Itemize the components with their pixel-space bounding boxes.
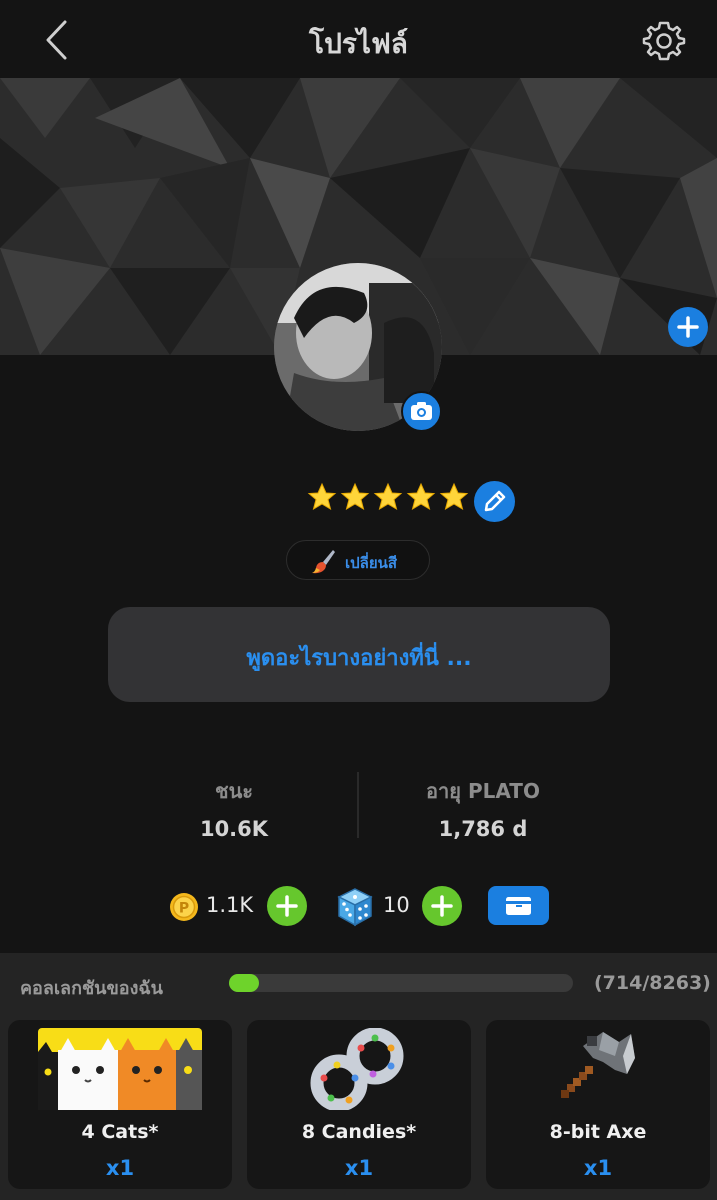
collection-section: คอลเลกชันของฉัน (714/8263) 4 Cats* x1 8 …	[0, 953, 717, 1200]
collection-title: คอลเลกชันของฉัน	[20, 978, 163, 999]
age-value: 1,786 d	[438, 817, 528, 841]
edit-name-button[interactable]	[474, 481, 515, 522]
wins-label: ชนะ	[215, 779, 253, 803]
add-dice-button[interactable]	[422, 886, 462, 926]
page-title: โปรไฟล์	[309, 27, 408, 60]
collection-item-8-candies[interactable]: 8 Candies* x1	[247, 1020, 471, 1189]
star-icon	[439, 482, 469, 511]
collection-progress-fill	[229, 974, 259, 992]
gear-icon	[642, 21, 686, 61]
change-color-button[interactable]: เปลี่ยนสี	[286, 540, 430, 580]
change-avatar-button[interactable]	[401, 391, 442, 432]
collection-item-8-bit-axe[interactable]: 8-bit Axe x1	[486, 1020, 710, 1189]
age-stat: อายุ PLATO 1,786 d	[383, 775, 583, 841]
plus-icon	[276, 895, 298, 917]
plus-icon	[677, 316, 699, 338]
status-message-box[interactable]: พูดอะไรบางอย่างที่นี่ ...	[108, 607, 610, 702]
wins-value: 10.6K	[199, 817, 269, 841]
dice-value: 10	[383, 893, 410, 917]
collection-progress-bar	[229, 974, 573, 992]
wallet-icon	[506, 897, 531, 915]
star-icon	[307, 482, 337, 511]
star-icon	[373, 482, 403, 511]
star-icon	[406, 482, 436, 511]
change-color-label: เปลี่ยนสี	[345, 554, 398, 572]
cats-sticker-image	[38, 1028, 202, 1110]
age-label: อายุ PLATO	[426, 779, 540, 803]
collection-count: (714/8263)	[594, 972, 711, 994]
item-name: 4 Cats*	[81, 1121, 159, 1143]
svg-text:P: P	[179, 901, 189, 917]
item-quantity: x1	[583, 1156, 613, 1180]
add-coins-button[interactable]	[267, 886, 307, 926]
wins-stat: ชนะ 10.6K	[134, 775, 334, 841]
camera-icon	[411, 402, 432, 420]
star-icon	[340, 482, 370, 511]
coins-value: 1.1K	[206, 893, 254, 917]
axe-sticker-image	[561, 1032, 635, 1098]
collection-item-4-cats[interactable]: 4 Cats* x1	[8, 1020, 232, 1189]
settings-button[interactable]	[642, 19, 686, 63]
wallet-button[interactable]	[488, 886, 549, 925]
coin-icon: P	[170, 893, 198, 921]
paintbrush-icon	[312, 550, 335, 574]
stat-divider	[357, 772, 359, 838]
item-name: 8 Candies*	[301, 1121, 417, 1143]
plus-icon	[431, 895, 453, 917]
item-quantity: x1	[344, 1156, 374, 1180]
item-quantity: x1	[105, 1156, 135, 1180]
dice-icon	[337, 888, 373, 927]
candies-sticker-image	[310, 1028, 404, 1110]
status-placeholder: พูดอะไรบางอย่างที่นี่ ...	[246, 646, 472, 671]
item-name: 8-bit Axe	[549, 1121, 647, 1143]
rating-stars	[307, 482, 469, 518]
top-bar: โปรไฟล์	[0, 0, 717, 78]
pencil-icon	[484, 490, 506, 512]
add-banner-button[interactable]	[668, 307, 708, 347]
